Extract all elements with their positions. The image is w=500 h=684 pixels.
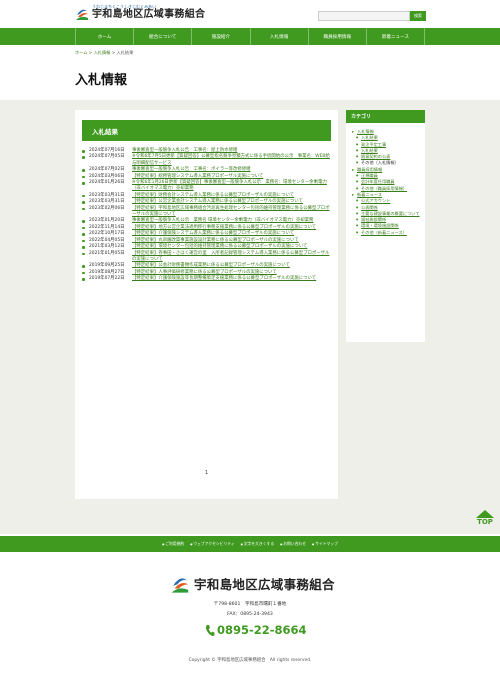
- news-date: 2019年07月22日: [89, 276, 125, 282]
- news-title-link[interactable]: ※令和6年1月26日更新【質疑回答】事後審査型一般競争入札公示 業務名：環境セン…: [132, 180, 331, 193]
- bullet-icon: [82, 175, 85, 179]
- footer-fax: FAX：0895-24-3943: [227, 612, 273, 617]
- bullet-icon: [82, 220, 85, 223]
- bullet-icon: [82, 265, 85, 268]
- nav-item-facilities[interactable]: 施設紹介: [191, 28, 249, 45]
- footer-link-accessibility[interactable]: ウェブアクセシビリティ: [190, 541, 234, 547]
- footer-link-contact[interactable]: お問い合わせ: [280, 541, 306, 547]
- footer-org-name: 宇和島地区広域事務組合: [194, 576, 335, 592]
- news-title-link[interactable]: 【特定結果】券事田・さほく運営の里 入所者記録管理システム導入業務に係る公募型プ…: [132, 251, 331, 264]
- subcategory-label: 福祉施設関係: [361, 217, 387, 223]
- news-date: 2021年01月05日: [89, 250, 125, 256]
- news-title-link[interactable]: 【特定結果】宇和島地区広域事務組合汚泥再生処理センター包括的維持管理業務に係る公…: [132, 206, 331, 219]
- bullet-icon: [82, 252, 85, 255]
- breadcrumb-current: 入札結果: [116, 50, 134, 55]
- subcategory-label: 公式アカウント: [361, 198, 391, 204]
- news-item: 2024年01月26日 ※令和6年1月26日更新【質疑回答】事後審査型一般競争入札…: [82, 180, 331, 193]
- section-heading: 入札結果: [82, 120, 331, 141]
- news-title-link[interactable]: 【特定結果】介護保険施設等長期整備策定支援業務に係る公募型プロポーザルの実施につ…: [132, 276, 331, 282]
- news-date: 2023年02月06日: [89, 205, 125, 211]
- bullet-icon: [82, 271, 85, 275]
- category-list: 入札情報入札結果発注予定工事入札結果随意契約の公表その他（入札情報）職員採用情報…: [352, 129, 422, 236]
- news-title-link[interactable]: ※令和6年7月5日更新【質疑回答】公募型指名競争見積方式に係る手続開始の公示 事…: [132, 154, 331, 167]
- subcategory-label: 環境・環境施設関係: [361, 223, 399, 229]
- breadcrumb: ホーム > 入札情報 > 入札結果: [75, 50, 133, 56]
- nav-item-recruitment[interactable]: 職員採用情報: [307, 28, 366, 45]
- nav-item-about[interactable]: 組合について: [133, 28, 191, 45]
- bullet-icon: [82, 194, 85, 198]
- bullet-icon: [82, 201, 85, 204]
- bullet-icon: [82, 239, 85, 243]
- page-number[interactable]: 1: [205, 470, 208, 476]
- footer-address: 〒798-8601 宇和島市曙町１番地: [213, 602, 287, 607]
- bullet-icon: [82, 278, 85, 281]
- global-nav: ホーム 組合について 施設紹介 入札情報 職員採用情報 新着ニュース: [0, 28, 500, 45]
- bullet-icon: [82, 182, 85, 185]
- footer-link-text-size[interactable]: 文字を大きくする: [241, 541, 274, 547]
- footer-links: ご利用規約 ウェブアクセシビリティ 文字を大きくする お問い合わせ サイトマップ: [0, 536, 500, 552]
- news-date: 2024年01月26日: [89, 180, 125, 186]
- bullet-icon: [82, 233, 85, 236]
- footer-address-block: 〒798-8601 宇和島市曙町１番地 FAX：0895-24-3943: [0, 600, 500, 620]
- subcategory-label: 発注予定工事: [361, 141, 387, 147]
- footer-logo-mark-icon: [171, 578, 189, 593]
- site-header: うわじまちくこうしきじむくみあい 宇和島地区広域事務組合 検索: [0, 0, 500, 28]
- subcategory-label: その他（新着ニュース）: [361, 229, 407, 235]
- arrow-up-icon: [476, 510, 494, 518]
- news-item: 2019年07月22日 【特定結果】介護保険施設等長期整備策定支援業務に係る公募型…: [82, 276, 331, 282]
- bullet-icon: [82, 150, 85, 153]
- back-to-top-label: TOP: [477, 518, 493, 526]
- phone-icon: [205, 624, 215, 636]
- pagination: 1: [75, 470, 338, 476]
- nav-item-home[interactable]: ホーム: [75, 28, 133, 45]
- subcategory-label: 会計年度任用職員: [361, 179, 395, 185]
- search-input[interactable]: [318, 11, 410, 21]
- news-list: 2024年07月16日 事後審査型一般競争入札公告 工事名：屋上防水修繕 2024年…: [82, 148, 331, 283]
- search-button[interactable]: 検索: [410, 11, 426, 21]
- page-title: 入札情報: [75, 73, 128, 88]
- bullet-icon: [82, 246, 85, 249]
- subcategory-label: その他（入札情報）: [361, 160, 399, 166]
- search-form: 検索: [318, 11, 426, 21]
- breadcrumb-home[interactable]: ホーム: [75, 50, 87, 55]
- footer-phone[interactable]: 0895-22-8664: [205, 623, 307, 637]
- news-item: 2024年07月05日 ※令和6年7月5日更新【質疑回答】公募型指名競争見積方式に…: [82, 154, 331, 167]
- subcategory-label: その他（職員採用情報）: [361, 185, 408, 191]
- bullet-icon: [82, 207, 85, 211]
- category-group: 新着ニュース公式アカウント公表関係主要な建設事業の概要について福祉施設関係環境・…: [352, 192, 422, 236]
- subcategory-label: 公表関係: [361, 204, 378, 210]
- breadcrumb-parent[interactable]: 入札情報: [94, 50, 111, 55]
- nav-item-bidding[interactable]: 入札情報: [249, 28, 308, 45]
- footer-link-sitemap[interactable]: サイトマップ: [312, 541, 338, 547]
- footer-link-terms[interactable]: ご利用規約: [162, 541, 184, 547]
- subcategory-label: 入札結果: [361, 147, 378, 153]
- news-item: 2021年01月05日 【特定結果】券事田・さほく運営の里 入所者記録管理システム…: [82, 251, 331, 264]
- bullet-icon: [82, 156, 85, 159]
- subcategory-label: 主要な建設事業の概要について: [361, 210, 420, 216]
- footer-logo: 宇和島地区広域事務組合: [170, 572, 335, 594]
- logo-site-name: 宇和島地区広域事務組合: [92, 9, 206, 20]
- site-logo[interactable]: うわじまちくこうしきじむくみあい 宇和島地区広域事務組合: [75, 4, 205, 21]
- nav-item-news[interactable]: 新着ニュース: [365, 28, 426, 45]
- category-group: 入札情報入札結果発注予定工事入札結果随意契約の公表その他（入札情報）: [352, 129, 422, 167]
- subcategory-item[interactable]: その他（新着ニュース）: [356, 229, 422, 237]
- subcategory-label: 正規職員: [361, 173, 378, 179]
- news-item: 2023年02月06日 【特定結果】宇和島地区広域事務組合汚泥再生処理センター包括…: [82, 206, 331, 219]
- back-to-top-button[interactable]: TOP: [473, 510, 497, 530]
- news-date: 2024年07月05日: [89, 154, 125, 160]
- bullet-icon: [82, 169, 85, 172]
- category-group: 職員採用情報正規職員会計年度任用職員その他（職員採用情報）: [352, 167, 422, 192]
- sidebar: カテゴリ 入札情報入札結果発注予定工事入札結果随意契約の公表その他（入札情報）職…: [346, 110, 425, 342]
- copyright: Copyright © 宇和島地区広域事務組合 All rights reser…: [188, 658, 312, 663]
- sidebar-heading: カテゴリ: [346, 110, 425, 123]
- main-panel: 入札結果 2024年07月16日 事後審査型一般競争入札公告 工事名：屋上防水修繕…: [75, 110, 338, 499]
- logo-mark-icon: [75, 5, 89, 21]
- footer-phone-number: 0895-22-8664: [217, 623, 307, 637]
- subcategory-label: 随意契約の公表: [361, 154, 391, 160]
- subcategory-label: 入札結果: [361, 135, 378, 141]
